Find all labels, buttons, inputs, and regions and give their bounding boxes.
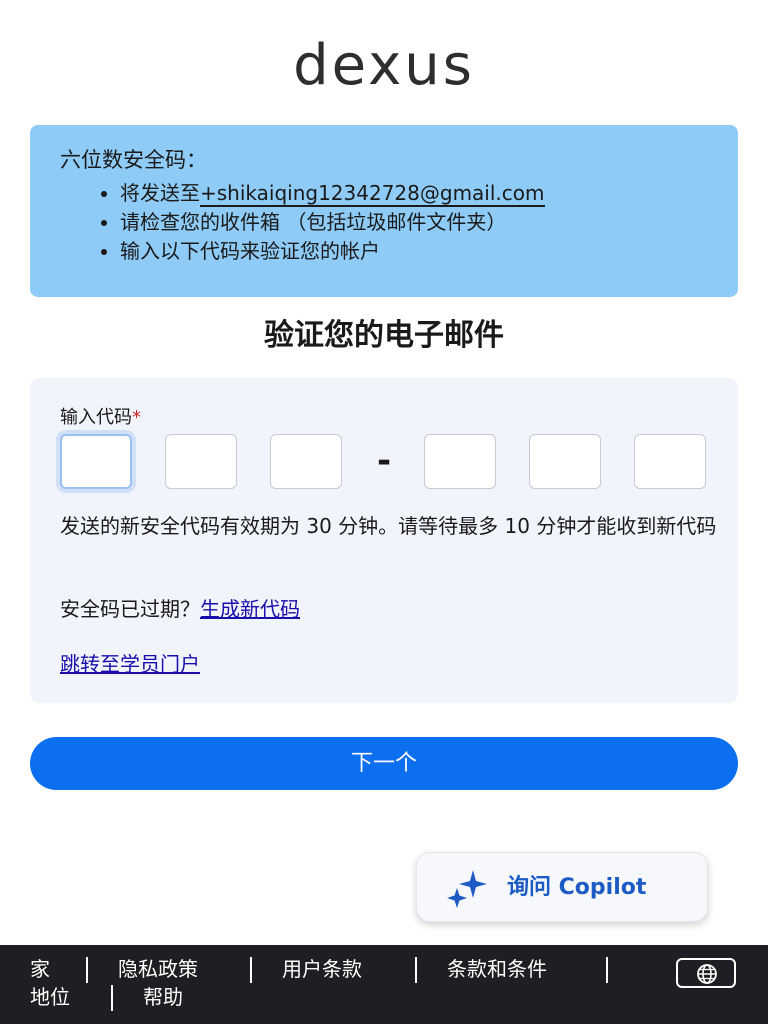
code-digit-2[interactable] [165,434,237,489]
dexus-logo: dexus [293,33,475,98]
ask-copilot-button[interactable]: 询问 Copilot [416,852,708,922]
info-item-enter-code: 输入以下代码来验证您的帐户 [120,237,708,266]
code-separator: - [376,441,392,481]
code-digit-3[interactable] [270,434,342,489]
footer-link-help[interactable]: 帮助 [143,983,183,1011]
footer-divider [606,957,608,983]
expired-line: 安全码已过期？生成新代码 [60,595,300,624]
footer-link-terms-conditions[interactable]: 条款和条件 [447,955,547,983]
footer: 家 隐私政策 用户条款 条款和条件 地位 帮助 [0,945,768,1024]
page-title: 验证您的电子邮件 [264,318,504,353]
regenerate-code-link[interactable]: 生成新代码 [200,597,300,621]
footer-link-privacy[interactable]: 隐私政策 [118,955,198,983]
next-button[interactable]: 下一个 [30,737,738,790]
code-label-text: 输入代码 [60,407,132,428]
code-digit-4[interactable] [424,434,496,489]
footer-link-status[interactable]: 地位 [30,983,70,1011]
code-validity-notice: 发送的新安全代码有效期为 30 分钟。请等待最多 10 分钟才能收到新代码 [60,514,717,538]
footer-divider [250,957,252,983]
expired-prompt: 安全码已过期？ [60,597,200,621]
code-digit-6[interactable] [634,434,706,489]
code-label: 输入代码* [60,406,141,430]
required-mark: * [132,407,141,428]
footer-divider [415,957,417,983]
email-address: +shikaiqing12342728@gmail.com [200,181,545,207]
verify-email-page: dexus 六位数安全码： 将发送至+shikaiqing12342728@gm… [0,0,768,1024]
footer-link-home[interactable]: 家 [30,955,50,983]
sparkle-icon [447,870,487,908]
code-digit-1[interactable] [60,434,132,489]
info-list: 将发送至+shikaiqing12342728@gmail.com 请检查您的收… [60,179,708,266]
footer-link-user-terms[interactable]: 用户条款 [282,955,362,983]
ask-copilot-label: 询问 Copilot [507,875,647,900]
code-form-card: 输入代码* - 发送的新安全代码有效期为 30 分钟。请等待最多 10 分钟才能… [30,378,738,703]
footer-divider [111,985,113,1011]
code-digit-5[interactable] [529,434,601,489]
info-item-check-inbox: 请检查您的收件箱 （包括垃圾邮件文件夹） [120,208,708,237]
student-portal-link[interactable]: 跳转至学员门户 [60,650,200,679]
globe-icon [697,964,717,984]
info-item-send-to: 将发送至+shikaiqing12342728@gmail.com [120,179,708,208]
footer-divider [86,957,88,983]
info-box: 六位数安全码： 将发送至+shikaiqing12342728@gmail.co… [30,125,738,297]
send-to-prefix: 将发送至 [120,181,200,205]
language-button[interactable] [676,958,736,988]
info-title: 六位数安全码： [60,148,207,172]
